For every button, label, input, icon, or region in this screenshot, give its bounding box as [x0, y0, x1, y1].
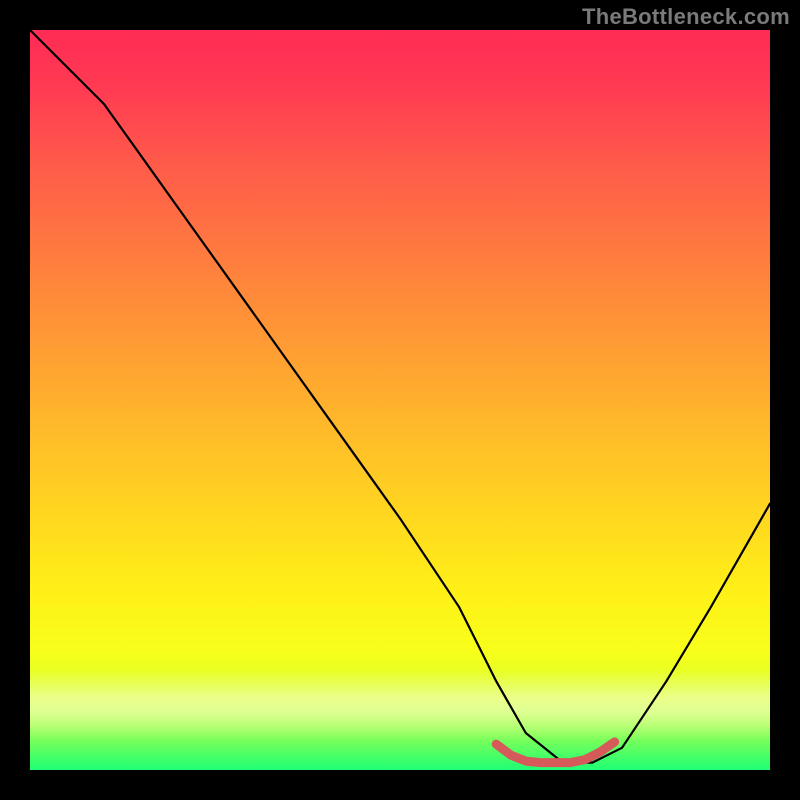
bottleneck-curve — [30, 30, 770, 763]
chart-frame: TheBottleneck.com — [0, 0, 800, 800]
curve-layer — [30, 30, 770, 770]
watermark-text: TheBottleneck.com — [582, 4, 790, 30]
plot-area — [30, 30, 770, 770]
